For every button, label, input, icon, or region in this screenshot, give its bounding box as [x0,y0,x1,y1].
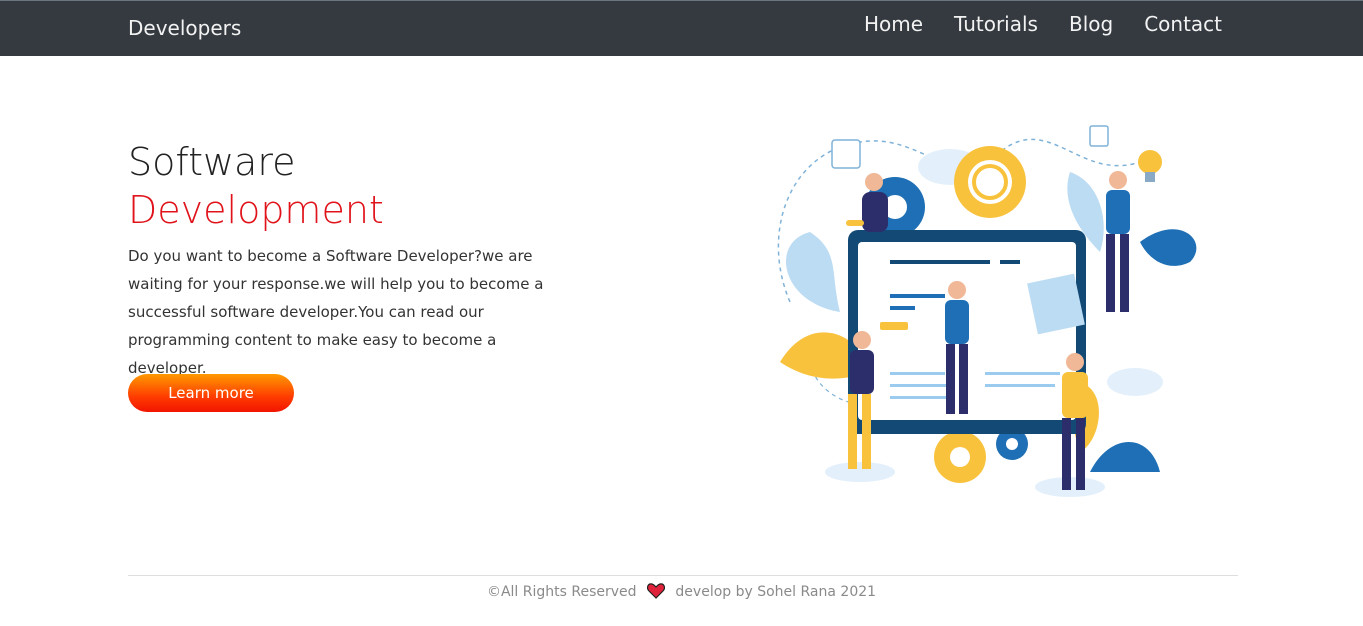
footer-divider [128,575,1238,576]
hero-title-line1: Software [128,140,296,184]
nav-link-blog[interactable]: Blog [1069,12,1113,36]
learn-more-button[interactable]: Learn more [128,374,294,412]
heart-icon [646,583,665,603]
brand-link[interactable]: Developers [128,16,241,40]
footer: ©All Rights Reserved develop by Sohel Ra… [0,583,1363,603]
nav-link-home[interactable]: Home [864,12,923,36]
hero-title-line2: Development [128,188,384,232]
nav-link-tutorials[interactable]: Tutorials [954,12,1038,36]
hero-title: Software Development [128,138,384,234]
footer-credit: develop by Sohel Rana 2021 [675,584,877,600]
nav-links: Home Tutorials Blog Contact [864,12,1222,36]
navbar: Developers Home Tutorials Blog Contact [0,0,1363,56]
nav-link-contact[interactable]: Contact [1144,12,1222,36]
hero-illustration [777,125,1197,497]
hero-description: Do you want to become a Software Develop… [128,247,544,377]
footer-copyright: ©All Rights Reserved [486,584,637,600]
